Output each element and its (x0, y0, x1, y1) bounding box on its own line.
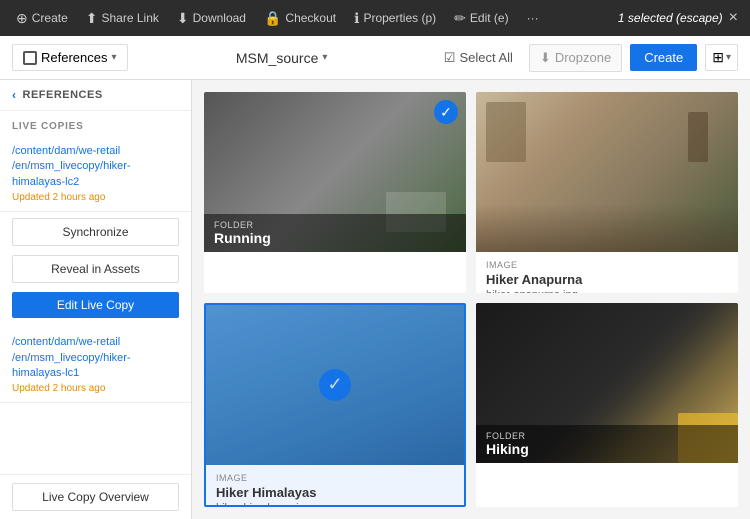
references-label: References (41, 50, 107, 65)
toolbar-edit[interactable]: ✏ Edit (e) (446, 6, 516, 31)
synchronize-button[interactable]: Synchronize (12, 218, 179, 246)
live-copy-path-1: /content/dam/we-retail/en/msm_livecopy/h… (12, 144, 179, 190)
main-toolbar: ⊕ Create ⬆ Share Link ⬇ Download 🔒 Check… (0, 0, 750, 36)
hiking-folder-type-label: FOLDER (486, 431, 728, 441)
source-title: MSM_source ▾ (136, 50, 428, 66)
anapurna-title: Hiker Anapurna (486, 272, 728, 287)
toolbar-download[interactable]: ⬇ Download (169, 6, 254, 31)
himalayas-type: IMAGE (216, 473, 454, 483)
create-icon: ⊕ (16, 10, 28, 27)
himalayas-filename: hiker-himalayas.jpg (216, 502, 454, 508)
grid-view-icon: ⊞ (712, 49, 724, 66)
share-icon: ⬆ (86, 10, 98, 27)
select-all-button[interactable]: ☑ Select All (436, 46, 521, 70)
properties-icon: ℹ (354, 10, 359, 27)
toolbar-checkout[interactable]: 🔒 Checkout (256, 6, 344, 31)
asset-card-running[interactable]: FOLDER Running ✓ (204, 92, 466, 293)
download-icon: ⬇ (177, 10, 189, 27)
checkout-icon: 🔒 (264, 10, 281, 27)
asset-grid: FOLDER Running ✓ IMAGE Hiker Anapurna hi… (192, 80, 750, 519)
sidebar-bottom: Live Copy Overview (0, 474, 191, 519)
more-icon: ··· (527, 11, 539, 25)
hiking-folder-name: Hiking (486, 441, 728, 457)
live-copies-section-label: LIVE COPIES (0, 111, 191, 136)
live-copy-item-1[interactable]: /content/dam/we-retail/en/msm_livecopy/h… (0, 136, 191, 212)
secondary-toolbar: References ▾ MSM_source ▾ ☑ Select All ⬇… (0, 36, 750, 80)
himalayas-image: ✓ (206, 305, 464, 465)
dropzone-label: Dropzone (555, 50, 611, 65)
running-folder-type-label: FOLDER (214, 220, 456, 230)
hiking-folder-image: FOLDER Hiking (476, 303, 738, 463)
toolbar-properties[interactable]: ℹ Properties (p) (346, 6, 444, 31)
dropzone-icon: ⬇ (540, 50, 551, 66)
sidebar-back-label: REFERENCES (23, 89, 103, 101)
sidebar-back-button[interactable]: ‹ (12, 88, 17, 102)
select-all-label: Select All (459, 50, 512, 65)
running-folder-check: ✓ (434, 100, 458, 124)
references-chevron: ▾ (111, 52, 116, 63)
edit-icon: ✏ (454, 10, 466, 27)
close-selection-button[interactable]: × (725, 5, 742, 31)
live-copy-updated-1: Updated 2 hours ago (12, 192, 179, 203)
live-copy-updated-2: Updated 2 hours ago (12, 383, 179, 394)
edit-live-copy-button[interactable]: Edit Live Copy (12, 292, 179, 318)
anapurna-type: IMAGE (486, 260, 728, 270)
himalayas-title: Hiker Himalayas (216, 485, 454, 500)
anapurna-image (476, 92, 738, 252)
himalayas-check: ✓ (319, 369, 351, 401)
anapurna-card-info: IMAGE Hiker Anapurna hiker-anapurna.jpg … (476, 252, 738, 293)
asset-card-hiking[interactable]: FOLDER Hiking (476, 303, 738, 508)
references-button[interactable]: References ▾ (12, 44, 128, 71)
toolbar-more[interactable]: ··· (519, 7, 547, 29)
toolbar-create[interactable]: ⊕ Create (8, 6, 76, 31)
reveal-in-assets-button[interactable]: Reveal in Assets (12, 255, 179, 283)
sidebar: ‹ REFERENCES LIVE COPIES /content/dam/we… (0, 80, 192, 519)
live-copy-overview-button[interactable]: Live Copy Overview (12, 483, 179, 511)
references-icon (23, 51, 37, 65)
anapurna-filename: hiker-anapurna.jpg (486, 289, 728, 293)
himalayas-card-info: IMAGE Hiker Himalayas hiker-himalayas.jp… (206, 465, 464, 508)
running-folder-image: FOLDER Running ✓ (204, 92, 466, 252)
running-folder-name: Running (214, 230, 456, 246)
sidebar-header: ‹ REFERENCES (0, 80, 191, 111)
create-button[interactable]: Create (630, 44, 697, 71)
view-toggle-button[interactable]: ⊞ ▾ (705, 44, 738, 71)
selection-count: 1 selected (escape) (618, 11, 723, 25)
main-content: ‹ REFERENCES LIVE COPIES /content/dam/we… (0, 80, 750, 519)
asset-card-anapurna[interactable]: IMAGE Hiker Anapurna hiker-anapurna.jpg … (476, 92, 738, 293)
live-copy-item-2[interactable]: /content/dam/we-retail/en/msm_livecopy/h… (0, 327, 191, 403)
view-toggle-chevron: ▾ (726, 52, 731, 63)
dropzone-button[interactable]: ⬇ Dropzone (529, 44, 622, 72)
select-all-checkbox-icon: ☑ (444, 50, 456, 66)
toolbar-share[interactable]: ⬆ Share Link (78, 6, 167, 31)
asset-card-himalayas[interactable]: ✓ IMAGE Hiker Himalayas hiker-himalayas.… (204, 303, 466, 508)
source-chevron: ▾ (322, 52, 327, 63)
live-copy-path-2: /content/dam/we-retail/en/msm_livecopy/h… (12, 335, 179, 381)
